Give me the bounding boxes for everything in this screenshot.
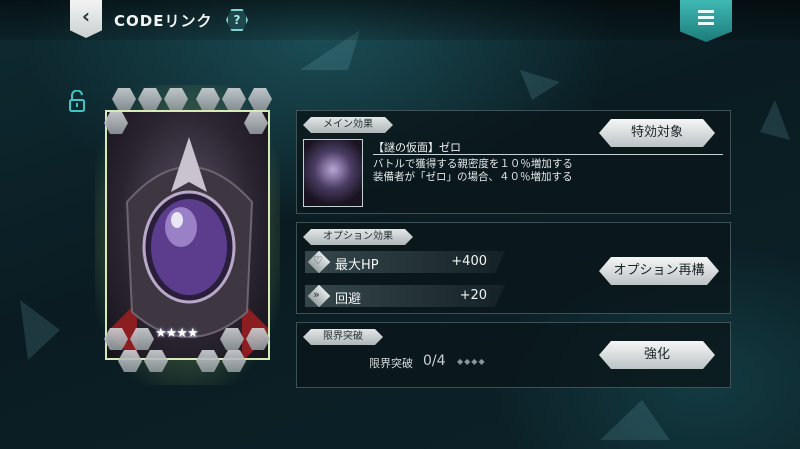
- slot-hex: [222, 350, 246, 372]
- special-target-button[interactable]: 特効対象: [599, 119, 715, 147]
- background-shard: [760, 100, 790, 140]
- menu-icon-bar: [698, 9, 714, 13]
- limit-break-text: 限界突破: [369, 357, 413, 370]
- description-line: バトルで獲得する親密度を１０％増加する: [373, 158, 573, 170]
- description-line: 装備者が「ゼロ」の場合、４０％増加する: [373, 171, 573, 183]
- background-shard: [600, 400, 670, 440]
- heart-glyph: ♡: [313, 254, 323, 267]
- slot-hexes-bottom-left: [104, 328, 154, 350]
- slot-hex: [196, 88, 220, 110]
- option-name: 最大HP: [335, 258, 379, 273]
- menu-icon-bar: [698, 15, 714, 19]
- skill-name: 【謎の仮面】ゼロ: [373, 141, 461, 154]
- slot-hexes-bottom-left-2: [118, 350, 168, 372]
- slot-hex: [104, 328, 128, 350]
- main-effect-label: メイン効果: [303, 117, 393, 133]
- dodge-glyph: »: [313, 288, 320, 301]
- limit-break-pips: ◆◆◆◆: [457, 357, 486, 366]
- enhance-button[interactable]: 強化: [599, 341, 715, 369]
- slot-hexes-bottom-right-2: [196, 350, 246, 372]
- option-effect-panel: オプション効果 ♡ 最大HP +400 » 回避 +20 オプション再構: [296, 222, 731, 314]
- slot-hexes-top-right: [196, 88, 272, 110]
- code-card[interactable]: [105, 110, 270, 360]
- slot-hex: [244, 112, 268, 134]
- option-name: 回避: [335, 292, 362, 307]
- back-button[interactable]: ‹: [70, 0, 102, 38]
- slot-hex: [220, 328, 244, 350]
- rarity-stars: ★★★★: [155, 326, 199, 341]
- chevron-left-icon: ‹: [81, 4, 91, 28]
- slot-hex: [246, 328, 270, 350]
- slot-hexes-bottom-right: [220, 328, 270, 350]
- slot-hexes-left: [104, 112, 128, 134]
- menu-icon-bar: [698, 21, 714, 25]
- unlock-icon[interactable]: [68, 90, 86, 112]
- option-value: +20: [459, 288, 487, 303]
- slot-hex: [130, 328, 154, 350]
- mask-artwork: [107, 137, 268, 358]
- slot-hexes-top-left: [112, 88, 188, 110]
- option-value: +400: [451, 254, 487, 269]
- skill-description: バトルで獲得する親密度を１０％増加する 装備者が「ゼロ」の場合、４０％増加する: [373, 158, 573, 184]
- slot-hexes-right: [244, 112, 268, 134]
- slot-hex: [138, 88, 162, 110]
- background-shard: [520, 70, 560, 100]
- slot-hex: [112, 88, 136, 110]
- slot-hex: [248, 88, 272, 110]
- limit-break-panel: 限界突破 限界突破 0/4 ◆◆◆◆ 強化: [296, 322, 731, 388]
- option-effect-label: オプション効果: [303, 229, 413, 245]
- slot-hex: [164, 88, 188, 110]
- background-shard: [20, 300, 60, 360]
- slot-hex: [196, 350, 220, 372]
- option-row-evasion: » 回避 +20: [305, 285, 505, 307]
- slot-hex: [144, 350, 168, 372]
- slot-hex: [104, 112, 128, 134]
- option-reroll-button[interactable]: オプション再構: [599, 257, 719, 285]
- option-row-hp: ♡ 最大HP +400: [305, 251, 505, 273]
- divider: [373, 154, 723, 155]
- slot-hex: [118, 350, 142, 372]
- skill-thumbnail[interactable]: [303, 139, 363, 207]
- page-title: CODEリンク: [114, 12, 213, 30]
- limit-break-label: 限界突破: [303, 329, 383, 345]
- limit-break-count: 0/4: [423, 353, 446, 369]
- slot-hex: [222, 88, 246, 110]
- main-effect-panel: メイン効果 【謎の仮面】ゼロ バトルで獲得する親密度を１０％増加する 装備者が「…: [296, 110, 731, 214]
